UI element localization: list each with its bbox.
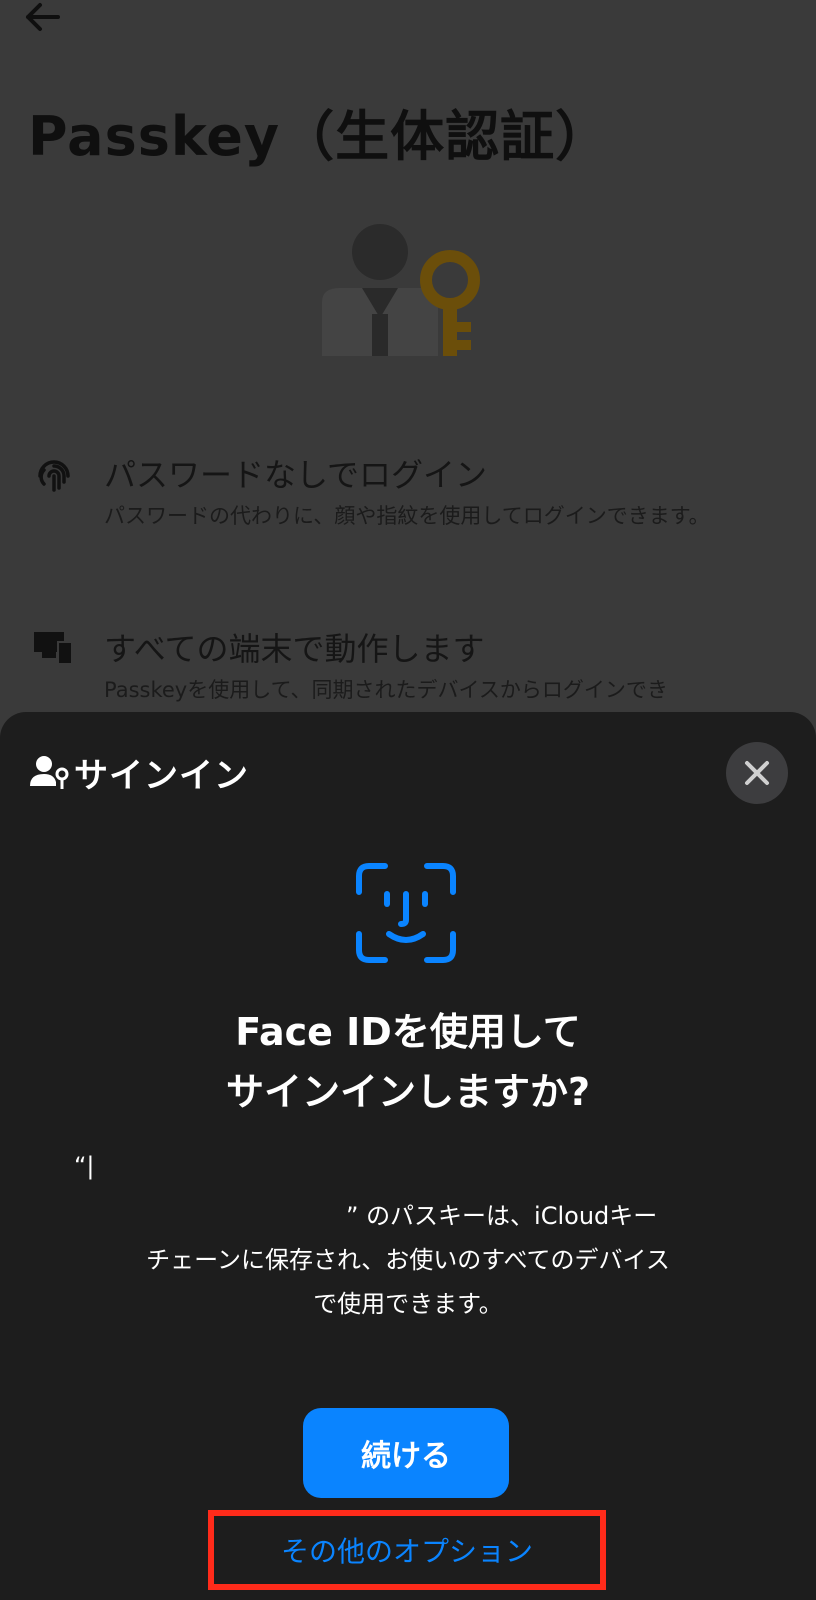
passkey-site-name-redacted: “|	[74, 1152, 95, 1180]
feature-title-passwordless: パスワードなしでログイン	[104, 456, 488, 494]
devices-icon	[34, 632, 73, 665]
close-button[interactable]	[726, 742, 788, 804]
fingerprint-icon	[38, 460, 70, 492]
passkey-description-line3: で使用できます。	[313, 1290, 503, 1318]
continue-button[interactable]: 続ける	[303, 1408, 509, 1498]
prompt-heading-line2: サインインしますか?	[225, 1070, 591, 1114]
prompt-heading-line1: Face IDを使用して	[235, 1010, 581, 1054]
person-key-icon	[30, 756, 69, 789]
sheet-title: サインイン	[74, 755, 249, 796]
back-arrow-icon[interactable]	[22, 0, 62, 36]
highlight-box	[208, 1510, 606, 1590]
feature-title-all-devices: すべての端末で動作します	[104, 630, 485, 668]
signin-sheet: サインイン Face IDを使用して サインインしますか? “| ” のパスキー…	[0, 712, 816, 1600]
passkey-description-line2: チェーンに保存され、お使いのすべてのデバイス	[146, 1246, 670, 1274]
feature-desc-passwordless: パスワードの代わりに、顔や指紋を使用してログインできます。	[104, 504, 710, 528]
feature-desc-all-devices: Passkeyを使用して、同期されたデバイスからログインでき	[104, 678, 668, 702]
page-title: Passkey（生体認証）	[28, 105, 611, 168]
person-key-illustration	[322, 224, 480, 356]
close-icon	[745, 761, 769, 785]
prompt-heading: Face IDを使用して サインインしますか?	[0, 1002, 816, 1122]
passkey-description-line1: ” のパスキーは、iCloudキー	[346, 1202, 658, 1230]
face-id-icon	[356, 863, 456, 963]
sheet-header: サインイン	[30, 750, 249, 796]
